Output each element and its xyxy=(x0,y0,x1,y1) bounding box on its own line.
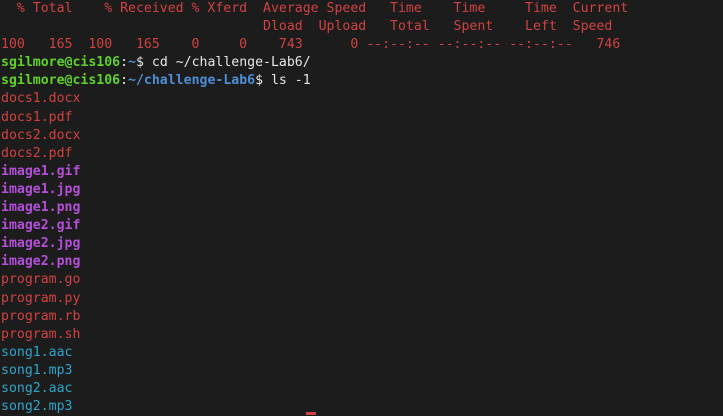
prompt-line-cd: sgilmore@cis106:~$ cd ~/challenge-Lab6/ xyxy=(0,54,723,72)
prompt-separator: : xyxy=(120,73,129,89)
file-entry-image: image1.png xyxy=(1,200,81,216)
file-entry-image: image2.gif xyxy=(1,218,81,234)
terminal-window[interactable]: % Total % Received % Xferd Average Speed… xyxy=(0,0,723,415)
curl-header-line-2: Dload Upload Total Spent Left Speed xyxy=(1,19,613,35)
file-entry-image: image1.jpg xyxy=(1,181,81,197)
prompt-symbol: $ xyxy=(136,55,144,71)
curl-header-line-1: % Total % Received % Xferd Average Speed… xyxy=(1,1,629,16)
prompt-user-host: sgilmore@cis106 xyxy=(1,73,121,89)
file-entry-image: image2.png xyxy=(1,254,81,270)
file-entry-audio: song1.mp3 xyxy=(1,362,73,378)
file-entry-program: program.rb xyxy=(1,308,81,324)
file-entry-audio: song2.aac xyxy=(1,380,73,396)
prompt-path: ~ xyxy=(128,55,136,71)
file-entry-document: docs1.pdf xyxy=(1,109,73,125)
file-entry-audio: song1.aac xyxy=(1,344,73,360)
file-entry-program: program.sh xyxy=(1,326,81,342)
file-entry-program: program.py xyxy=(1,290,81,306)
prompt-separator: : xyxy=(120,55,129,71)
file-entry-document: docs1.docx xyxy=(1,91,81,107)
file-entry-program: program.go xyxy=(1,272,81,288)
file-entry-image: image1.gif xyxy=(1,163,81,179)
file-entry-audio: song2.mp3 xyxy=(1,399,73,415)
file-entry-document: docs2.pdf xyxy=(1,145,73,161)
file-entry-document: docs2.docx xyxy=(1,127,81,143)
command-text: ls -1 xyxy=(263,73,311,89)
curl-values-line: 100 165 100 165 0 0 743 0 --:--:-- --:--… xyxy=(1,37,621,53)
command-text: cd ~/challenge-Lab6/ xyxy=(143,55,311,71)
prompt-line-ls: sgilmore@cis106:~/challenge-Lab6$ ls -1 xyxy=(0,72,723,90)
prompt-symbol: $ xyxy=(255,73,264,89)
file-entry-image: image2.jpg xyxy=(1,236,81,252)
prompt-user-host: sgilmore@cis106 xyxy=(1,55,121,71)
prompt-path: ~/challenge-Lab6 xyxy=(128,73,256,89)
